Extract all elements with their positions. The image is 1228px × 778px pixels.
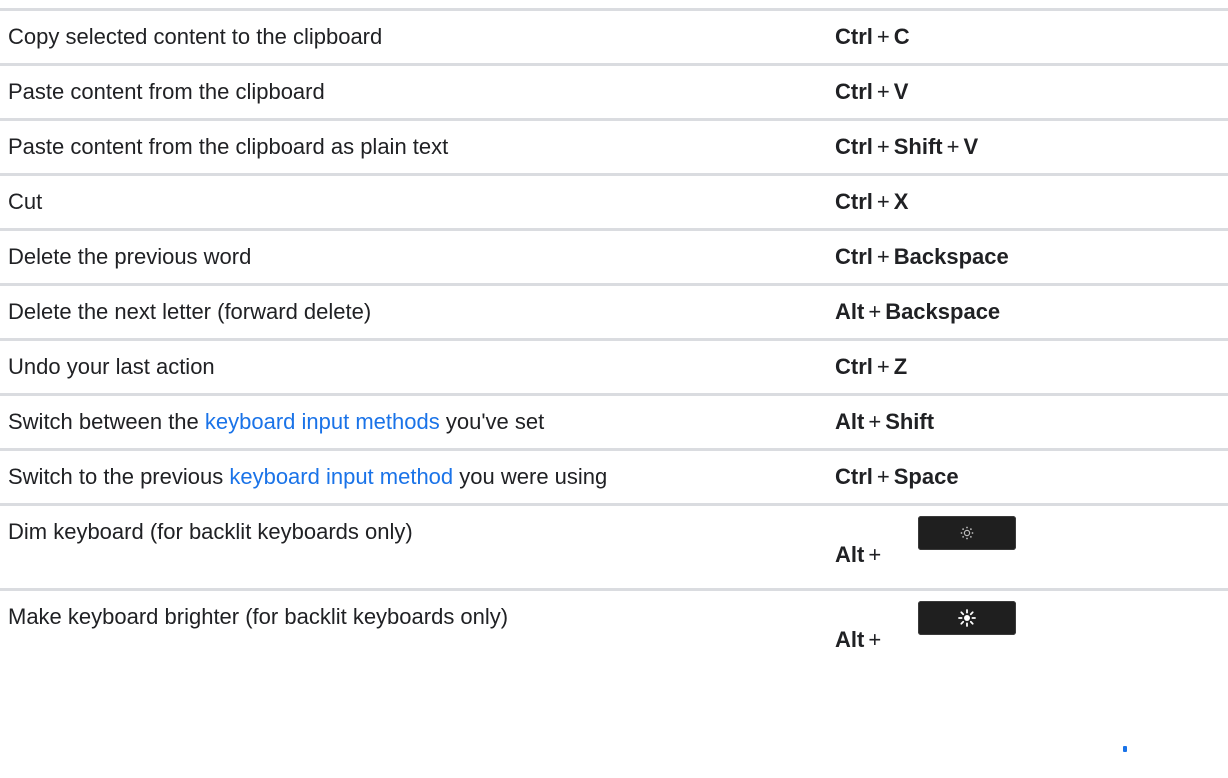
link-fragment-mark [1123, 746, 1127, 752]
key-label: Ctrl [835, 464, 873, 489]
plus-sign: + [876, 354, 890, 379]
table-row: Make keyboard brighter (for backlit keyb… [0, 588, 1228, 673]
key-label: V [963, 134, 979, 159]
plus-sign: + [876, 24, 890, 49]
key-label: Alt [835, 299, 865, 324]
key-label: Ctrl [835, 244, 873, 269]
plus-sign: + [876, 244, 890, 269]
key-combo-text: Alt + [835, 542, 885, 568]
key-label: Ctrl [835, 189, 873, 214]
shortcut-description: Undo your last action [8, 354, 215, 379]
shortcut-description: Delete the next letter (forward delete) [8, 299, 372, 324]
key-label: Space [893, 464, 959, 489]
key-label: Ctrl [835, 354, 873, 379]
plus-sign: + [868, 542, 882, 567]
shortcut-description: Switch to the previous keyboard input me… [8, 451, 607, 503]
shortcut-keys: Ctrl + V [835, 66, 908, 118]
shortcut-keys: Ctrl + Shift + V [835, 121, 978, 173]
sun-dim-icon [960, 526, 974, 540]
key-label: C [893, 24, 910, 49]
brightness-down-key-icon [918, 516, 1016, 550]
plus-sign: + [868, 299, 882, 324]
key-label: Alt [835, 409, 865, 434]
sun-bright-icon [958, 609, 976, 627]
shortcut-keys: Ctrl + C [835, 11, 910, 63]
brightness-up-key-icon [918, 601, 1016, 635]
key-label: Alt [835, 542, 865, 567]
key-label: Shift [893, 134, 943, 159]
plus-sign: + [876, 189, 890, 214]
table-row: Delete the next letter (forward delete) … [0, 283, 1228, 338]
plus-sign: + [876, 134, 890, 159]
plus-sign: + [876, 79, 890, 104]
key-label: Shift [885, 409, 935, 434]
key-combo-text: Alt + [835, 627, 885, 653]
table-row: Cut Ctrl + X [0, 173, 1228, 228]
shortcut-keys: Alt + Backspace [835, 286, 1000, 338]
key-label: V [893, 79, 909, 104]
plus-sign: + [876, 464, 890, 489]
key-label: Backspace [885, 299, 1001, 324]
shortcut-description: Paste content from the clipboard as plai… [8, 134, 449, 159]
key-label: X [893, 189, 909, 214]
table-row: Copy selected content to the clipboard C… [0, 8, 1228, 63]
shortcut-keys: Alt + Shift [835, 396, 934, 448]
key-label: Z [893, 354, 908, 379]
plus-sign: + [946, 134, 960, 159]
description-text: you were using [453, 464, 608, 489]
shortcut-description: Delete the previous word [8, 244, 252, 269]
table-row: Dim keyboard (for backlit keyboards only… [0, 503, 1228, 588]
key-label: Backspace [893, 244, 1009, 269]
table-row: Switch between the keyboard input method… [0, 393, 1228, 448]
table-row: Undo your last action Ctrl + Z [0, 338, 1228, 393]
key-label: Ctrl [835, 24, 873, 49]
description-text: Switch to the previous [8, 464, 230, 489]
table-row: Delete the previous word Ctrl + Backspace [0, 228, 1228, 283]
description-text: you've set [439, 409, 545, 434]
shortcut-keys: Ctrl + Backspace [835, 231, 1009, 283]
description-text: Switch between the [8, 409, 205, 434]
shortcut-description: Switch between the keyboard input method… [8, 396, 544, 448]
table-row: Paste content from the clipboard Ctrl + V [0, 63, 1228, 118]
shortcuts-table: Copy selected content to the clipboard C… [0, 8, 1228, 673]
shortcut-keys: Ctrl + X [835, 176, 908, 228]
shortcut-description: Cut [8, 189, 43, 214]
shortcut-description: Make keyboard brighter (for backlit keyb… [8, 604, 509, 629]
shortcut-description: Dim keyboard (for backlit keyboards only… [8, 519, 413, 544]
keyboard-input-methods-link[interactable]: keyboard input methods [205, 409, 440, 434]
key-label: Alt [835, 627, 865, 652]
plus-sign: + [868, 627, 882, 652]
shortcut-keys: Ctrl + Space [835, 451, 959, 503]
keyboard-input-method-link[interactable]: keyboard input method [229, 464, 453, 489]
key-label: Ctrl [835, 134, 873, 159]
shortcut-keys: Ctrl + Z [835, 341, 907, 393]
table-row: Switch to the previous keyboard input me… [0, 448, 1228, 503]
plus-sign: + [868, 409, 882, 434]
shortcut-description: Paste content from the clipboard [8, 79, 325, 104]
key-label: Ctrl [835, 79, 873, 104]
shortcut-description: Copy selected content to the clipboard [8, 24, 383, 49]
table-row: Paste content from the clipboard as plai… [0, 118, 1228, 173]
